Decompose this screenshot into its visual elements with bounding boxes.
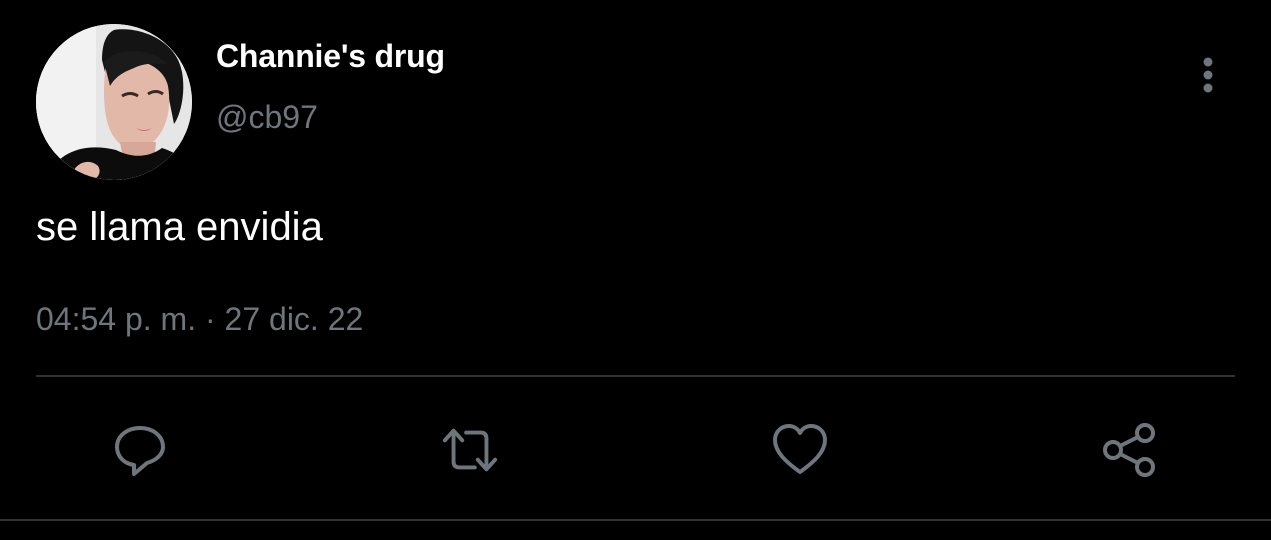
divider [0, 519, 1271, 521]
timestamp[interactable]: 04:54 p. m. · 27 dic. 22 [36, 301, 363, 338]
divider [36, 375, 1235, 377]
tweet: Channie's drug @cb97 se llama envidia 04… [0, 0, 1271, 540]
retweet-button[interactable] [440, 420, 500, 480]
handle[interactable]: @cb97 [216, 99, 318, 136]
profile-photo [36, 24, 192, 180]
reply-icon [115, 426, 165, 476]
like-button[interactable] [770, 420, 830, 480]
more-vertical-icon [1203, 57, 1213, 93]
share-button[interactable] [1100, 420, 1160, 480]
tweet-text: se llama envidia [36, 205, 323, 249]
avatar[interactable] [36, 24, 192, 180]
display-name[interactable]: Channie's drug [216, 38, 445, 75]
reply-button[interactable] [110, 420, 170, 480]
heart-icon [773, 424, 827, 474]
share-icon [1103, 423, 1155, 477]
more-options-button[interactable] [1186, 52, 1230, 100]
retweet-icon [442, 428, 498, 472]
